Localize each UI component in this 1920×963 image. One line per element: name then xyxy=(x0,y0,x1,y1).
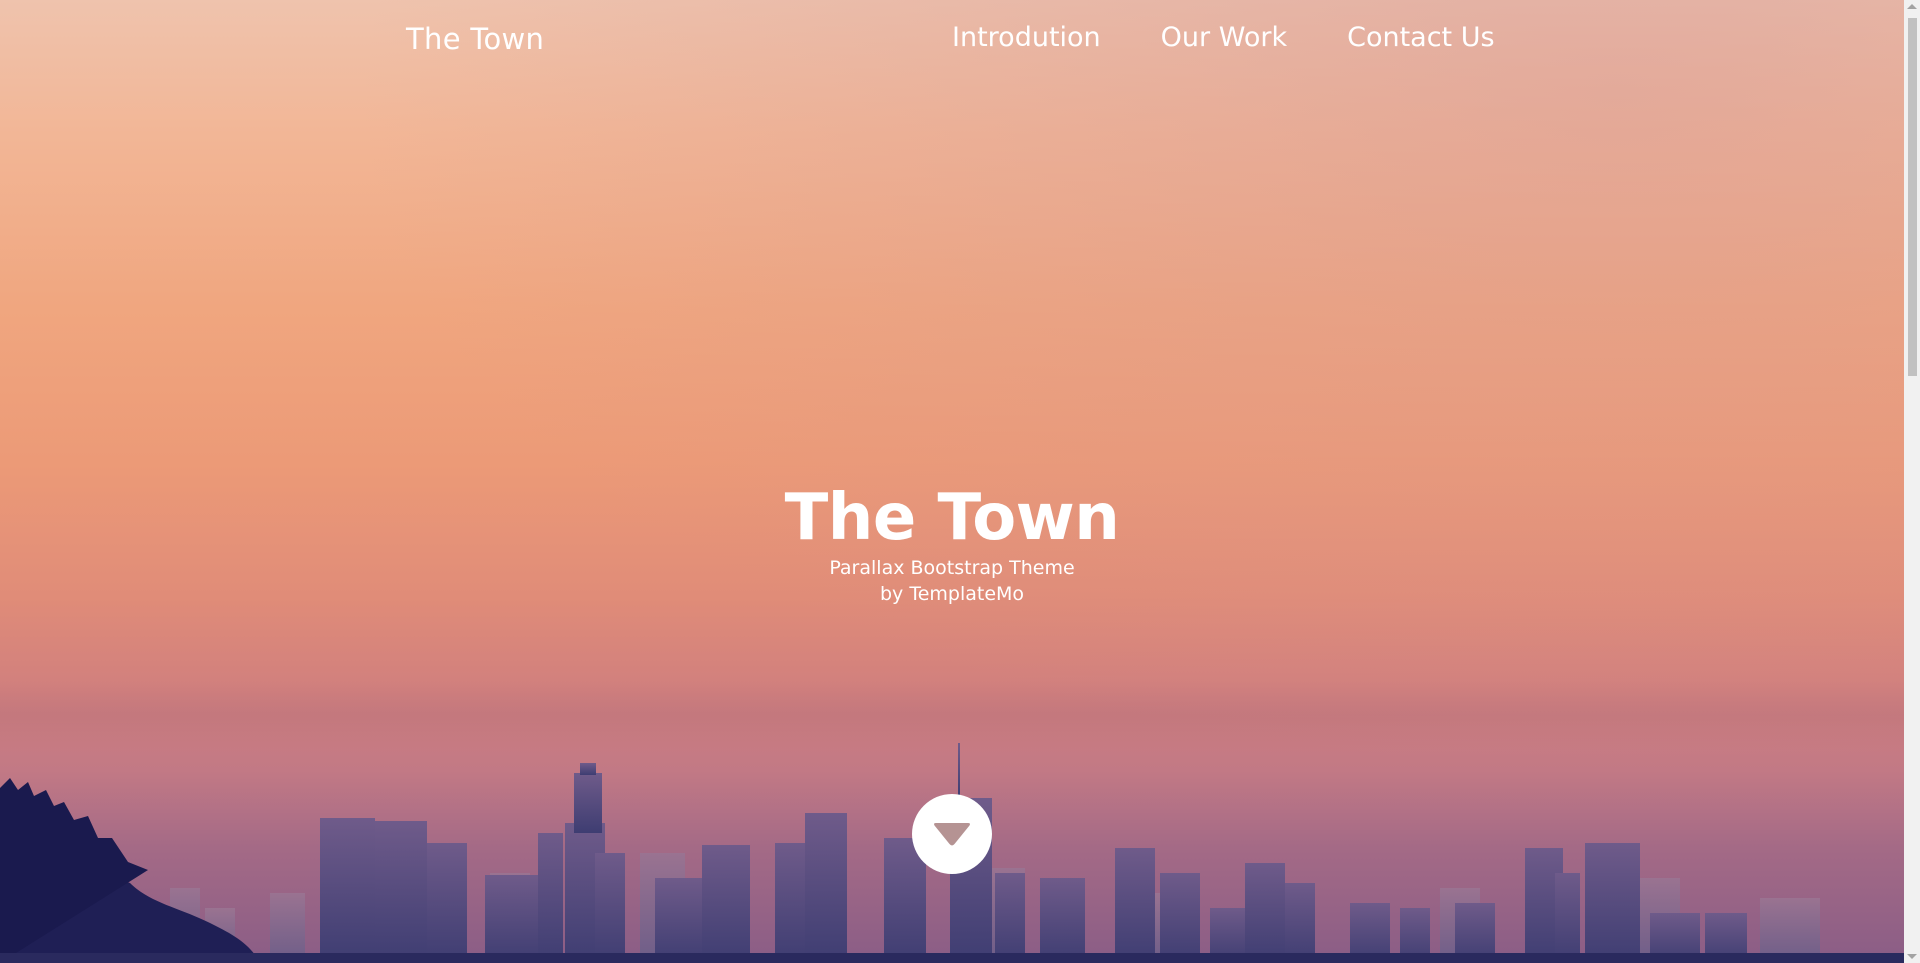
nav-link-introduction[interactable]: Introdution xyxy=(952,22,1101,53)
nav-link-our-work[interactable]: Our Work xyxy=(1161,22,1287,53)
nav-link-contact-us[interactable]: Contact Us xyxy=(1347,22,1494,53)
navbar: The Town Introdution Our Work Contact Us xyxy=(0,0,1904,80)
scroll-up-arrow-icon[interactable] xyxy=(1907,4,1917,9)
scrollbar-thumb[interactable] xyxy=(1908,18,1917,376)
hero-subtitle-line-1: Parallax Bootstrap Theme xyxy=(829,557,1075,579)
triangle-down-icon xyxy=(934,823,970,846)
scroll-down-button[interactable] xyxy=(912,794,992,874)
brand-logo-link[interactable]: The Town xyxy=(406,22,544,56)
hero-subtitle-line-2: by TemplateMo xyxy=(879,583,1025,605)
nav-links: Introdution Our Work Contact Us xyxy=(952,22,1495,53)
hero-title: The Town xyxy=(784,481,1120,555)
scroll-down-arrow-icon[interactable] xyxy=(1907,954,1917,959)
vertical-scrollbar[interactable] xyxy=(1904,0,1920,963)
hero-text: The Town Parallax Bootstrap Theme by Tem… xyxy=(0,482,1904,606)
hero-section: The Town Introdution Our Work Contact Us… xyxy=(0,0,1904,963)
